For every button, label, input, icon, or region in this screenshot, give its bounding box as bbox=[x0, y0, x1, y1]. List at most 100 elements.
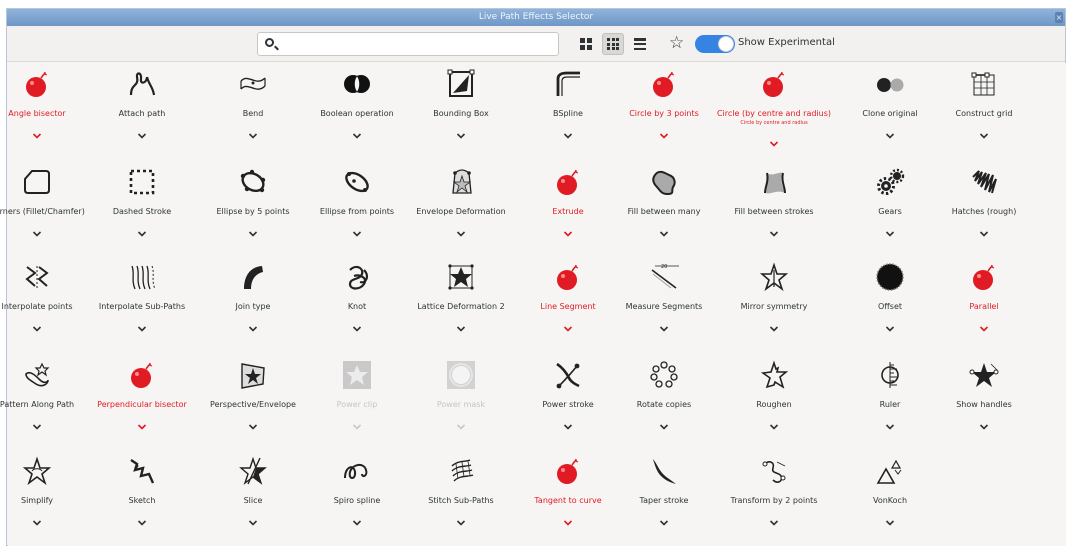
effect-vonkoch[interactable]: VonKoch bbox=[838, 450, 942, 546]
chevron-down-icon[interactable] bbox=[563, 223, 573, 237]
chevron-down-icon[interactable] bbox=[563, 318, 573, 332]
effect-show-handles[interactable]: Show handles bbox=[932, 354, 1036, 450]
effect-stitch-sub-paths[interactable]: Stitch Sub-Paths bbox=[409, 450, 513, 546]
effect-pattern-along-path[interactable]: Pattern Along Path bbox=[0, 354, 89, 450]
effect-fill-between-many[interactable]: Fill between many bbox=[612, 161, 716, 257]
chevron-down-icon[interactable] bbox=[659, 416, 669, 430]
chevron-down-icon[interactable] bbox=[248, 318, 258, 332]
large-icons-view-button[interactable] bbox=[575, 33, 597, 55]
effect-knot[interactable]: Knot bbox=[305, 256, 409, 352]
chevron-down-icon[interactable] bbox=[885, 125, 895, 139]
search-input[interactable] bbox=[280, 35, 555, 53]
chevron-down-icon[interactable] bbox=[769, 416, 779, 430]
effect-angle-bisector[interactable]: Angle bisector bbox=[0, 63, 89, 159]
large-grid-icon bbox=[580, 38, 592, 50]
effect-rotate-copies[interactable]: Rotate copies bbox=[612, 354, 716, 450]
chevron-down-icon[interactable] bbox=[563, 125, 573, 139]
effect-construct-grid[interactable]: Construct grid bbox=[932, 63, 1036, 159]
chevron-down-icon[interactable] bbox=[352, 223, 362, 237]
effect-label: Fill between strokes bbox=[734, 207, 814, 216]
effect-dashed-stroke[interactable]: Dashed Stroke bbox=[90, 161, 194, 257]
chevron-down-icon[interactable] bbox=[248, 223, 258, 237]
chevron-down-icon[interactable] bbox=[32, 512, 42, 526]
effect-interpolate-points[interactable]: Interpolate points bbox=[0, 256, 89, 352]
chevron-down-icon[interactable] bbox=[769, 512, 779, 526]
chevron-down-icon[interactable] bbox=[659, 512, 669, 526]
chevron-down-icon[interactable] bbox=[137, 223, 147, 237]
effect-roughen[interactable]: Roughen bbox=[722, 354, 826, 450]
effect-slice[interactable]: Slice bbox=[201, 450, 305, 546]
chevron-down-icon[interactable] bbox=[769, 318, 779, 332]
effect-corners-fillet-chamfer[interactable]: Corners (Fillet/Chamfer) bbox=[0, 161, 89, 257]
chevron-down-icon[interactable] bbox=[248, 512, 258, 526]
chevron-down-icon[interactable] bbox=[885, 416, 895, 430]
chevron-down-icon[interactable] bbox=[979, 223, 989, 237]
effect-circle-by-centre-and-radius[interactable]: Circle (by centre and radius) Circle by c… bbox=[717, 63, 831, 159]
effect-boolean-operation[interactable]: Boolean operation bbox=[305, 63, 409, 159]
chevron-down-icon[interactable] bbox=[352, 318, 362, 332]
chevron-down-icon[interactable] bbox=[769, 223, 779, 237]
chevron-down-icon[interactable] bbox=[456, 318, 466, 332]
chevron-down-icon[interactable] bbox=[979, 125, 989, 139]
effect-bounding-box[interactable]: Bounding Box bbox=[409, 63, 513, 159]
window-titlebar[interactable]: Live Path Effects Selector × bbox=[7, 9, 1065, 26]
chevron-down-icon[interactable] bbox=[659, 223, 669, 237]
effect-envelope-deformation[interactable]: Envelope Deformation bbox=[409, 161, 513, 257]
show-experimental-toggle[interactable] bbox=[695, 35, 735, 53]
small-icons-view-button[interactable] bbox=[602, 33, 624, 55]
effect-sketch[interactable]: Sketch bbox=[90, 450, 194, 546]
effect-sublabel: Circle by centre and radius bbox=[740, 120, 808, 126]
effect-perspective-envelope[interactable]: Perspective/Envelope bbox=[201, 354, 305, 450]
effect-measure-segments[interactable]: 20 Measure Segments bbox=[612, 256, 716, 352]
chevron-down-icon[interactable] bbox=[563, 416, 573, 430]
effect-label: Measure Segments bbox=[625, 302, 703, 311]
chevron-down-icon[interactable] bbox=[352, 512, 362, 526]
chevron-down-icon[interactable] bbox=[885, 223, 895, 237]
effect-ellipse-by-5-points[interactable]: Ellipse by 5 points bbox=[201, 161, 305, 257]
chevron-down-icon[interactable] bbox=[769, 133, 779, 147]
chevron-down-icon[interactable] bbox=[456, 223, 466, 237]
chevron-down-icon[interactable] bbox=[456, 125, 466, 139]
effect-lattice-deformation-2[interactable]: Lattice Deformation 2 bbox=[409, 256, 513, 352]
search-box[interactable] bbox=[257, 32, 559, 56]
effect-attach-path[interactable]: Attach path bbox=[90, 63, 194, 159]
favorites-star-icon[interactable]: ☆ bbox=[669, 35, 684, 52]
chevron-down-icon[interactable] bbox=[248, 125, 258, 139]
chevron-down-icon[interactable] bbox=[137, 318, 147, 332]
chevron-down-icon[interactable] bbox=[32, 416, 42, 430]
chevron-down-icon[interactable] bbox=[352, 125, 362, 139]
effect-bend[interactable]: Bend bbox=[201, 63, 305, 159]
effect-circle-by-3-points[interactable]: Circle by 3 points bbox=[612, 63, 716, 159]
bomb-icon bbox=[553, 456, 583, 486]
effect-label: Envelope Deformation bbox=[416, 207, 506, 216]
close-icon[interactable]: × bbox=[1055, 12, 1063, 23]
effect-interpolate-sub-paths[interactable]: Interpolate Sub-Paths bbox=[90, 256, 194, 352]
chevron-down-icon[interactable] bbox=[137, 416, 147, 430]
chevron-down-icon[interactable] bbox=[659, 318, 669, 332]
chevron-down-icon[interactable] bbox=[885, 318, 895, 332]
chevron-down-icon[interactable] bbox=[137, 125, 147, 139]
chevron-down-icon[interactable] bbox=[563, 512, 573, 526]
chevron-down-icon[interactable] bbox=[32, 318, 42, 332]
effect-join-type[interactable]: Join type bbox=[201, 256, 305, 352]
chevron-down-icon[interactable] bbox=[137, 512, 147, 526]
chevron-down-icon[interactable] bbox=[979, 318, 989, 332]
chevron-down-icon[interactable] bbox=[979, 416, 989, 430]
chevron-down-icon[interactable] bbox=[659, 125, 669, 139]
effect-perpendicular-bisector[interactable]: Perpendicular bisector bbox=[90, 354, 194, 450]
chevron-down-icon[interactable] bbox=[32, 223, 42, 237]
effect-parallel[interactable]: Parallel bbox=[932, 256, 1036, 352]
effect-fill-between-strokes[interactable]: Fill between strokes bbox=[722, 161, 826, 257]
chevron-down-icon[interactable] bbox=[248, 416, 258, 430]
chevron-down-icon[interactable] bbox=[32, 125, 42, 139]
effect-hatches-rough[interactable]: Hatches (rough) bbox=[932, 161, 1036, 257]
effect-spiro-spline[interactable]: Spiro spline bbox=[305, 450, 409, 546]
chevron-down-icon[interactable] bbox=[885, 512, 895, 526]
chevron-down-icon[interactable] bbox=[456, 512, 466, 526]
effect-ellipse-from-points[interactable]: Ellipse from points bbox=[305, 161, 409, 257]
effect-mirror-symmetry[interactable]: Mirror symmetry bbox=[722, 256, 826, 352]
effect-transform-by-2-points[interactable]: Transform by 2 points bbox=[722, 450, 826, 546]
effect-simplify[interactable]: Simplify bbox=[0, 450, 89, 546]
effect-taper-stroke[interactable]: Taper stroke bbox=[612, 450, 716, 546]
list-view-button[interactable] bbox=[629, 33, 651, 55]
